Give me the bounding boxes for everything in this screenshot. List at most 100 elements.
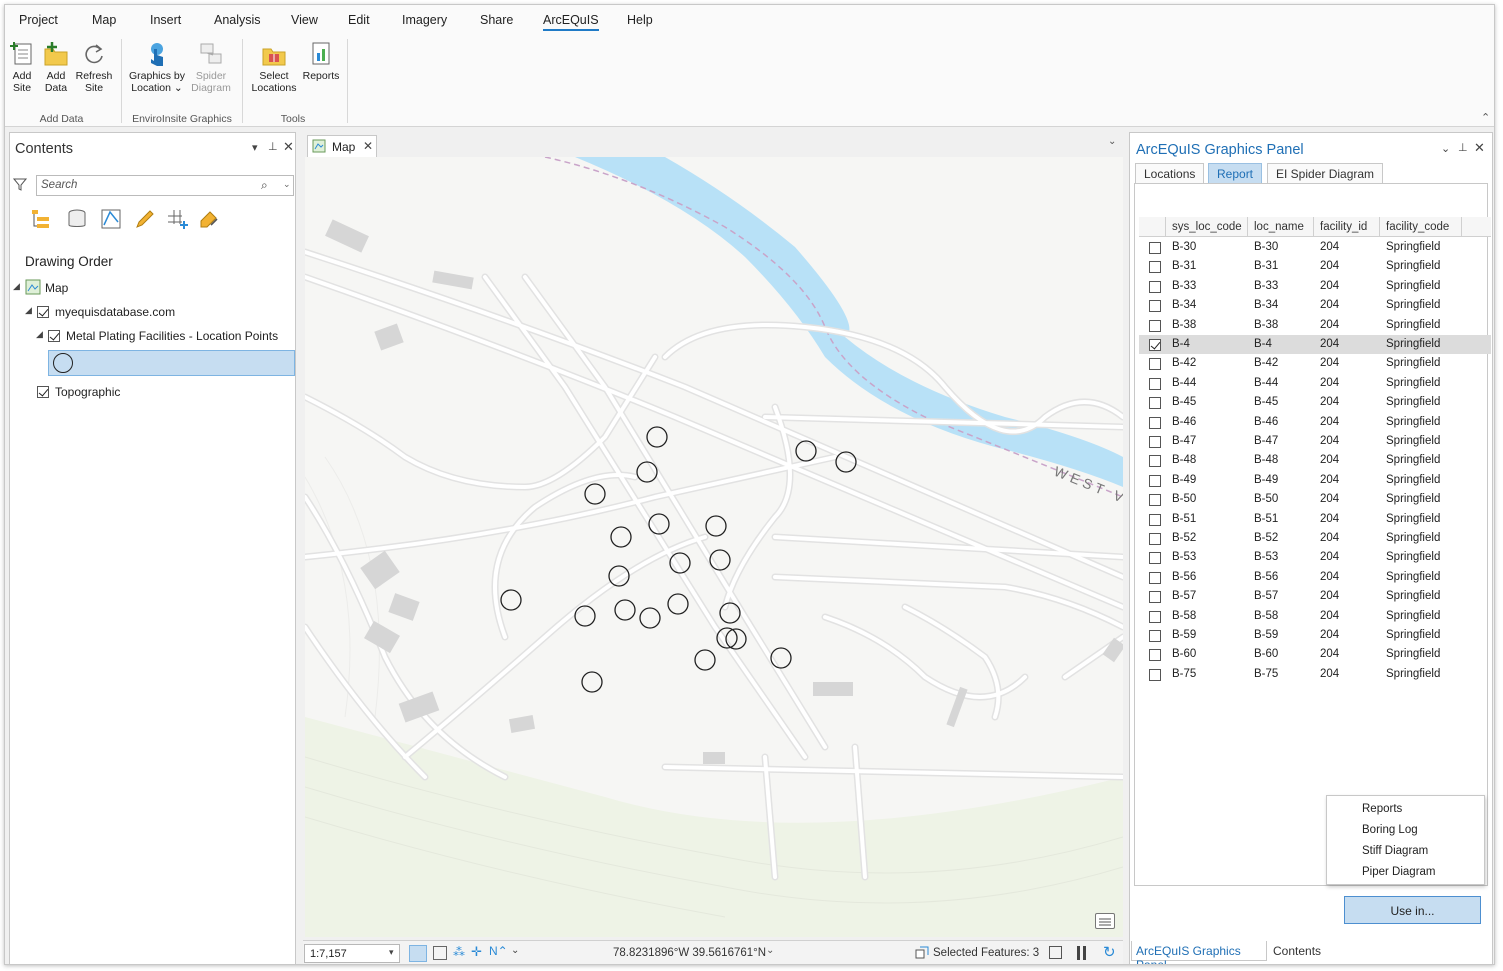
column-facility-code[interactable]: facility_code — [1386, 221, 1449, 233]
refresh-map-icon[interactable]: ↻ — [1103, 943, 1116, 961]
menu-insert[interactable]: Insert — [150, 13, 181, 27]
table-row[interactable]: B-45 B-45 204 Springfield — [1139, 393, 1491, 412]
table-row[interactable]: B-48 B-48 204 Springfield — [1139, 451, 1491, 470]
filter-icon[interactable] — [12, 177, 28, 191]
table-row[interactable]: B-50 B-50 204 Springfield — [1139, 490, 1491, 509]
symbol-row-selected[interactable] — [48, 350, 295, 376]
bottom-tab-contents[interactable]: Contents — [1269, 941, 1339, 961]
location-point[interactable] — [608, 565, 630, 587]
table-row[interactable]: B-47 B-47 204 Springfield — [1139, 432, 1491, 451]
menu-analysis[interactable]: Analysis — [214, 13, 261, 27]
tab-map[interactable]: Map ✕ — [307, 135, 377, 157]
search-options-icon[interactable]: ⌄ — [283, 179, 291, 190]
table-row[interactable]: B-33 B-33 204 Springfield — [1139, 277, 1491, 296]
location-point[interactable] — [709, 549, 731, 571]
snapping-icon[interactable]: ⁂ — [453, 945, 465, 959]
layer-topographic[interactable]: Topographic — [55, 385, 120, 399]
search-icon[interactable]: ⌕ — [261, 178, 268, 193]
location-point[interactable] — [648, 513, 670, 535]
fixed-zoom-icon[interactable] — [409, 945, 427, 962]
column-facility-id[interactable]: facility_id — [1320, 221, 1367, 233]
location-point[interactable] — [725, 628, 747, 650]
points-layer-checkbox[interactable] — [48, 330, 60, 342]
zoom-to-selection-icon[interactable] — [1049, 946, 1062, 959]
graphics-by-location-button[interactable]: Graphics by Location ⌄ — [127, 41, 187, 94]
row-checkbox[interactable] — [1149, 591, 1161, 604]
panel-pin-icon[interactable]: ⊥ — [1458, 141, 1468, 154]
table-row[interactable]: B-4 B-4 204 Springfield — [1139, 335, 1491, 355]
location-point[interactable] — [705, 515, 727, 537]
table-row[interactable]: B-30 B-30 204 Springfield — [1139, 238, 1491, 257]
location-point[interactable] — [639, 607, 661, 629]
map-canvas[interactable]: WEST VI — [305, 157, 1123, 937]
row-checkbox[interactable] — [1149, 494, 1161, 507]
row-checkbox[interactable] — [1149, 397, 1161, 410]
coordinate-units-icon[interactable]: ⌄ — [766, 945, 774, 956]
map-tabs-dropdown-icon[interactable]: ⌄ — [1108, 136, 1116, 147]
menu-item-boring-log[interactable]: Boring Log — [1362, 824, 1418, 836]
table-row[interactable]: B-58 B-58 204 Springfield — [1139, 607, 1491, 626]
db-layer-checkbox[interactable] — [37, 306, 49, 318]
column-loc-name[interactable]: loc_name — [1254, 221, 1304, 233]
menu-item-stiff-diagram[interactable]: Stiff Diagram — [1362, 845, 1428, 857]
tab-locations[interactable]: Locations — [1135, 163, 1205, 184]
row-checkbox[interactable] — [1149, 552, 1161, 565]
menu-item-reports[interactable]: Reports — [1362, 803, 1402, 815]
table-row[interactable]: B-31 B-31 204 Springfield — [1139, 257, 1491, 276]
list-by-editing-icon[interactable] — [133, 207, 157, 231]
table-row[interactable]: B-34 B-34 204 Springfield — [1139, 296, 1491, 315]
table-row[interactable]: B-42 B-42 204 Springfield — [1139, 354, 1491, 373]
map-legend-toggle-icon[interactable] — [1095, 913, 1115, 929]
location-point[interactable] — [584, 483, 606, 505]
location-point[interactable] — [716, 627, 738, 649]
row-checkbox[interactable] — [1149, 261, 1161, 274]
row-checkbox[interactable] — [1149, 610, 1161, 623]
location-point[interactable] — [669, 552, 691, 574]
row-checkbox[interactable] — [1149, 513, 1161, 526]
row-checkbox[interactable] — [1149, 533, 1161, 545]
menu-help[interactable]: Help — [627, 13, 653, 27]
expand-points-icon[interactable]: ◢ — [36, 329, 43, 340]
row-checkbox[interactable] — [1149, 668, 1161, 681]
menu-edit[interactable]: Edit — [348, 13, 370, 27]
menu-imagery[interactable]: Imagery — [402, 13, 447, 27]
layer-location-points[interactable]: Metal Plating Facilities - Location Poin… — [66, 329, 278, 343]
row-checkbox[interactable] — [1149, 377, 1161, 390]
location-point[interactable] — [581, 671, 603, 693]
table-row[interactable]: B-38 B-38 204 Springfield — [1139, 316, 1491, 335]
table-row[interactable]: B-44 B-44 204 Springfield — [1139, 374, 1491, 393]
refresh-site-button[interactable]: Refresh Site — [75, 41, 113, 94]
location-point[interactable] — [719, 602, 741, 624]
search-input[interactable]: Search ⌕ ⌄ — [36, 175, 294, 196]
reports-button[interactable]: Reports — [301, 41, 341, 82]
select-locations-button[interactable]: Select Locations — [249, 41, 299, 94]
tab-ei-spider-diagram[interactable]: EI Spider Diagram — [1267, 163, 1384, 184]
pause-icon[interactable] — [1077, 946, 1080, 960]
list-by-selection-icon[interactable] — [99, 207, 123, 231]
expand-map-icon[interactable]: ◢ — [13, 281, 20, 292]
use-in-button[interactable]: Use in... — [1344, 896, 1481, 924]
pin-icon[interactable]: ⊥ — [268, 140, 278, 153]
table-row[interactable]: B-52 B-52 204 Springfield — [1139, 529, 1491, 548]
row-checkbox[interactable] — [1149, 571, 1161, 584]
scale-selector[interactable]: 1:7,157 ▾ — [304, 944, 400, 963]
close-map-tab-icon[interactable]: ✕ — [363, 139, 373, 153]
row-checkbox[interactable] — [1149, 339, 1161, 351]
collapse-ribbon-icon[interactable]: ⌃ — [1481, 111, 1490, 124]
panel-options-icon[interactable]: ⌄ — [1441, 142, 1450, 155]
location-point[interactable] — [835, 451, 857, 473]
menu-map[interactable]: Map — [92, 13, 116, 27]
row-checkbox[interactable] — [1149, 358, 1161, 371]
list-by-drawing-order-icon[interactable] — [29, 207, 53, 231]
location-point[interactable] — [646, 426, 668, 448]
row-checkbox[interactable] — [1149, 242, 1161, 254]
list-by-source-icon[interactable] — [65, 207, 89, 231]
list-by-labeling-icon[interactable] — [197, 207, 221, 231]
table-row[interactable]: B-51 B-51 204 Springfield — [1139, 510, 1491, 529]
location-point[interactable] — [795, 440, 817, 462]
close-icon[interactable]: ✕ — [283, 139, 294, 155]
expand-db-icon[interactable]: ◢ — [25, 305, 32, 316]
north-arrow-icon[interactable]: N⌃ — [489, 944, 508, 958]
column-sys-loc-code[interactable]: sys_loc_code — [1172, 221, 1242, 233]
row-checkbox[interactable] — [1149, 474, 1161, 487]
